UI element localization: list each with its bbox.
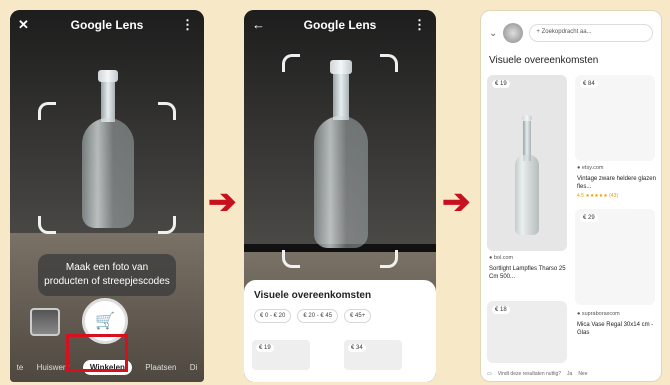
top-bar: ✕ Google Lens ⋮: [10, 10, 204, 40]
top-bar: ← Google Lens ⋮: [244, 10, 436, 40]
chevron-down-icon[interactable]: ⌄: [489, 28, 497, 39]
price-tag: € 19: [492, 80, 510, 88]
sheet-title: Visuele overeenkomsten: [254, 290, 372, 301]
arrow-right-icon: ➔: [442, 183, 471, 221]
search-chip[interactable]: + Zoekopdracht aa...: [529, 24, 653, 42]
search-bar: ⌄ + Zoekopdracht aa...: [489, 21, 653, 45]
highlight-box: [66, 334, 128, 372]
bottle-image: [515, 115, 539, 235]
feedback-icon: ▭: [487, 371, 492, 377]
feedback-text: Vindt deze resultaten nuttig?: [497, 371, 562, 377]
result-card[interactable]: € 19: [487, 75, 567, 251]
price-filter-chip[interactable]: € 20 - € 45: [297, 309, 339, 323]
price-tag: € 34: [348, 344, 366, 352]
x-icon[interactable]: ✕: [18, 10, 29, 40]
feedback-bar: ▭ Vindt deze resultaten nuttig? Ja Nee: [487, 371, 655, 377]
bottle-image: [82, 70, 134, 230]
result-source: ● etsy.com: [577, 165, 604, 171]
arrow-left-icon[interactable]: ←: [252, 10, 265, 40]
frame-corner[interactable]: [282, 250, 300, 268]
frame-corner: [38, 102, 56, 120]
tab-homework[interactable]: Huiswerk: [37, 363, 70, 372]
result-title[interactable]: Sortlight Lampfles Tharso 25 Cm 500...: [489, 265, 567, 281]
tab-partial-right[interactable]: Di: [190, 363, 198, 372]
result-source: ● bol.com: [489, 255, 514, 261]
result-title[interactable]: Mica Vase Regal 30x14 cm - Glas: [577, 321, 657, 337]
feedback-no-button[interactable]: Nee: [578, 371, 587, 377]
tab-partial-left[interactable]: te: [17, 363, 24, 372]
section-title: Visuele overeenkomsten: [489, 55, 599, 66]
lens-camera-screen: ✕ Google Lens ⋮ Maak een foto van produc…: [10, 10, 204, 382]
app-title: Google Lens: [70, 18, 144, 32]
result-card[interactable]: € 29: [575, 209, 655, 305]
result-card[interactable]: € 18: [487, 301, 567, 363]
capture-hint: Maak een foto van producten of streepjes…: [38, 254, 176, 296]
query-image-avatar[interactable]: [503, 23, 524, 43]
lens-results-screen: ← Google Lens ⋮ Visuele overeenkomsten €…: [244, 10, 436, 382]
frame-corner: [158, 102, 176, 120]
price-tag: € 29: [580, 214, 598, 222]
results-sheet[interactable]: Visuele overeenkomsten € 0 - € 20 € 20 -…: [244, 280, 436, 382]
price-filter-chip[interactable]: € 0 - € 20: [254, 309, 292, 323]
result-card[interactable]: € 84: [575, 75, 655, 161]
tab-places[interactable]: Plaatsen: [145, 363, 176, 372]
hint-line: producten of streepjescodes: [44, 276, 170, 287]
price-filters: € 0 - € 20 € 20 - € 45 € 45+: [254, 309, 436, 323]
arrow-right-icon: ➔: [208, 183, 237, 221]
price-filter-chip[interactable]: € 45+: [344, 309, 372, 323]
frame-corner[interactable]: [282, 54, 300, 72]
result-title[interactable]: Vintage zware heldere glazen fles...: [577, 175, 657, 191]
app-title: Google Lens: [303, 18, 377, 32]
more-vert-icon[interactable]: ⋮: [181, 10, 194, 40]
result-thumbnail[interactable]: € 19: [252, 340, 310, 370]
gallery-thumbnail[interactable]: [30, 308, 60, 336]
frame-corner: [38, 216, 56, 234]
price-tag: € 19: [256, 344, 274, 352]
price-tag: € 18: [492, 306, 510, 314]
hint-line: Maak een foto van: [65, 262, 149, 273]
frame-corner[interactable]: [380, 54, 398, 72]
result-source: ● supraboraxcom: [577, 311, 620, 317]
price-tag: € 84: [580, 80, 598, 88]
bottle-image: [314, 60, 368, 250]
shopping-cart-icon: 🛒: [95, 313, 115, 330]
shopping-results-screen: ⌄ + Zoekopdracht aa... Visuele overeenko…: [480, 10, 662, 382]
rating-stars: 4.5 ★★★★★ (43): [577, 193, 619, 199]
more-vert-icon[interactable]: ⋮: [413, 10, 426, 40]
result-thumbnail[interactable]: € 34: [344, 340, 402, 370]
feedback-yes-button[interactable]: Ja: [567, 371, 572, 377]
